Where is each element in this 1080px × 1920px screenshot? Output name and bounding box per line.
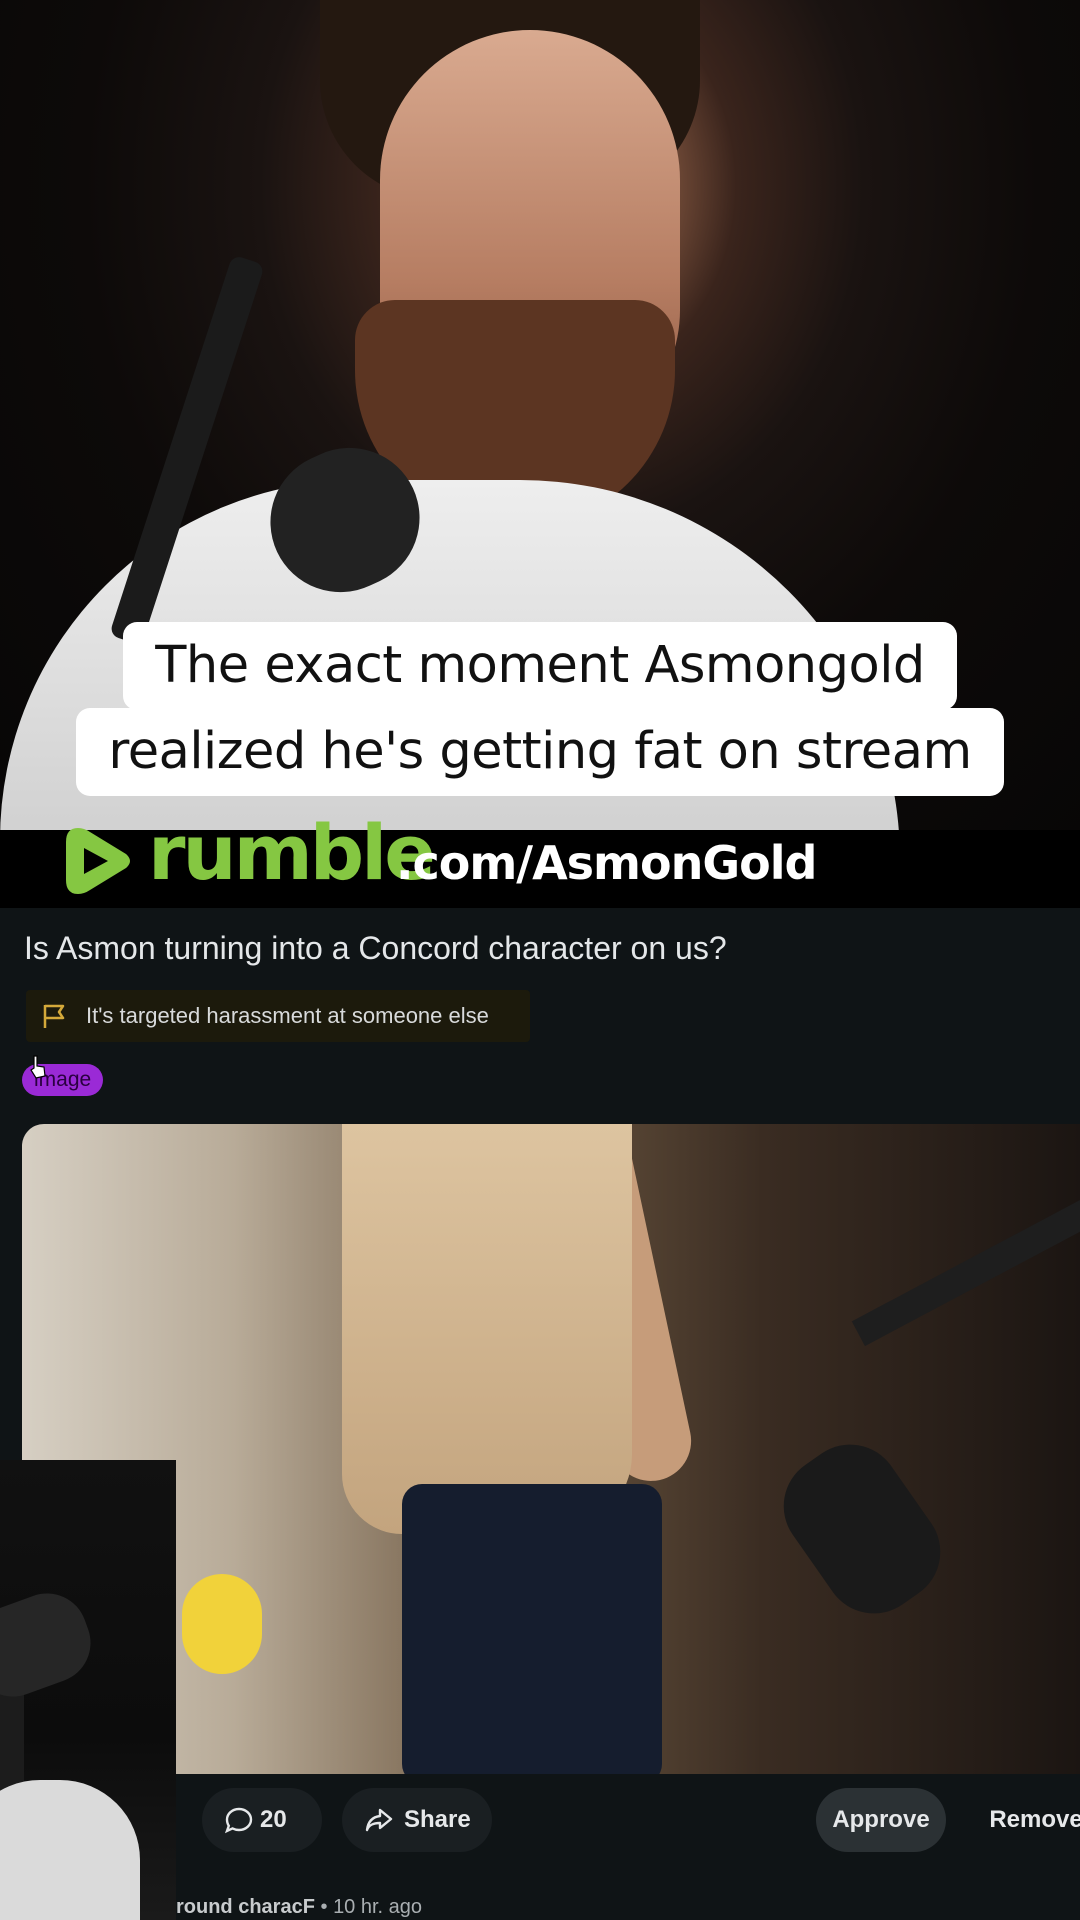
share-button[interactable]: Share	[342, 1788, 492, 1852]
post-actions: 20 Share Approve Remove	[176, 1774, 1080, 1870]
report-reason-text: It's targeted harassment at someone else	[86, 1003, 489, 1028]
comments-button[interactable]: 20	[202, 1788, 322, 1852]
image-microphone	[764, 1424, 960, 1634]
pip-webcam	[0, 1460, 176, 1920]
post-time: 10 hr. ago	[333, 1896, 423, 1918]
image-plush-toy	[182, 1574, 262, 1674]
channel-url: .com/AsmonGold	[396, 836, 817, 890]
flag-icon	[43, 1004, 65, 1028]
post-image[interactable]	[22, 1124, 1080, 1774]
approve-button[interactable]: Approve	[816, 1788, 946, 1852]
remove-button[interactable]: Remove	[966, 1788, 1080, 1852]
image-shorts-shape	[402, 1484, 662, 1774]
play-logo-icon	[66, 828, 130, 894]
post-meta: round characF • 10 hr. ago	[176, 1896, 1080, 1920]
meta-separator: •	[320, 1896, 328, 1918]
image-torso-shape	[342, 1124, 632, 1534]
rumble-wordmark: rumble	[148, 808, 436, 897]
post-title[interactable]: Is Asmon turning into a Concord characte…	[24, 930, 727, 967]
comment-bubble-icon	[224, 1807, 253, 1834]
author-name[interactable]: round characF	[176, 1896, 315, 1918]
hand-cursor-icon	[30, 1055, 46, 1079]
caption-line-2: realized he's getting fat on stream	[76, 708, 1004, 796]
pip-microphone	[0, 1582, 102, 1708]
image-mic-boom	[851, 1189, 1080, 1347]
comment-count: 20	[260, 1806, 287, 1833]
share-label: Share	[404, 1806, 471, 1833]
share-arrow-icon	[365, 1808, 393, 1832]
report-reason-banner: It's targeted harassment at someone else	[26, 990, 530, 1042]
pip-shirt	[0, 1780, 140, 1920]
caption-line-1: The exact moment Asmongold	[123, 622, 957, 710]
video-caption: The exact moment Asmongold realized he's…	[0, 622, 1080, 796]
streamer-video: The exact moment Asmongold realized he's…	[0, 0, 1080, 840]
